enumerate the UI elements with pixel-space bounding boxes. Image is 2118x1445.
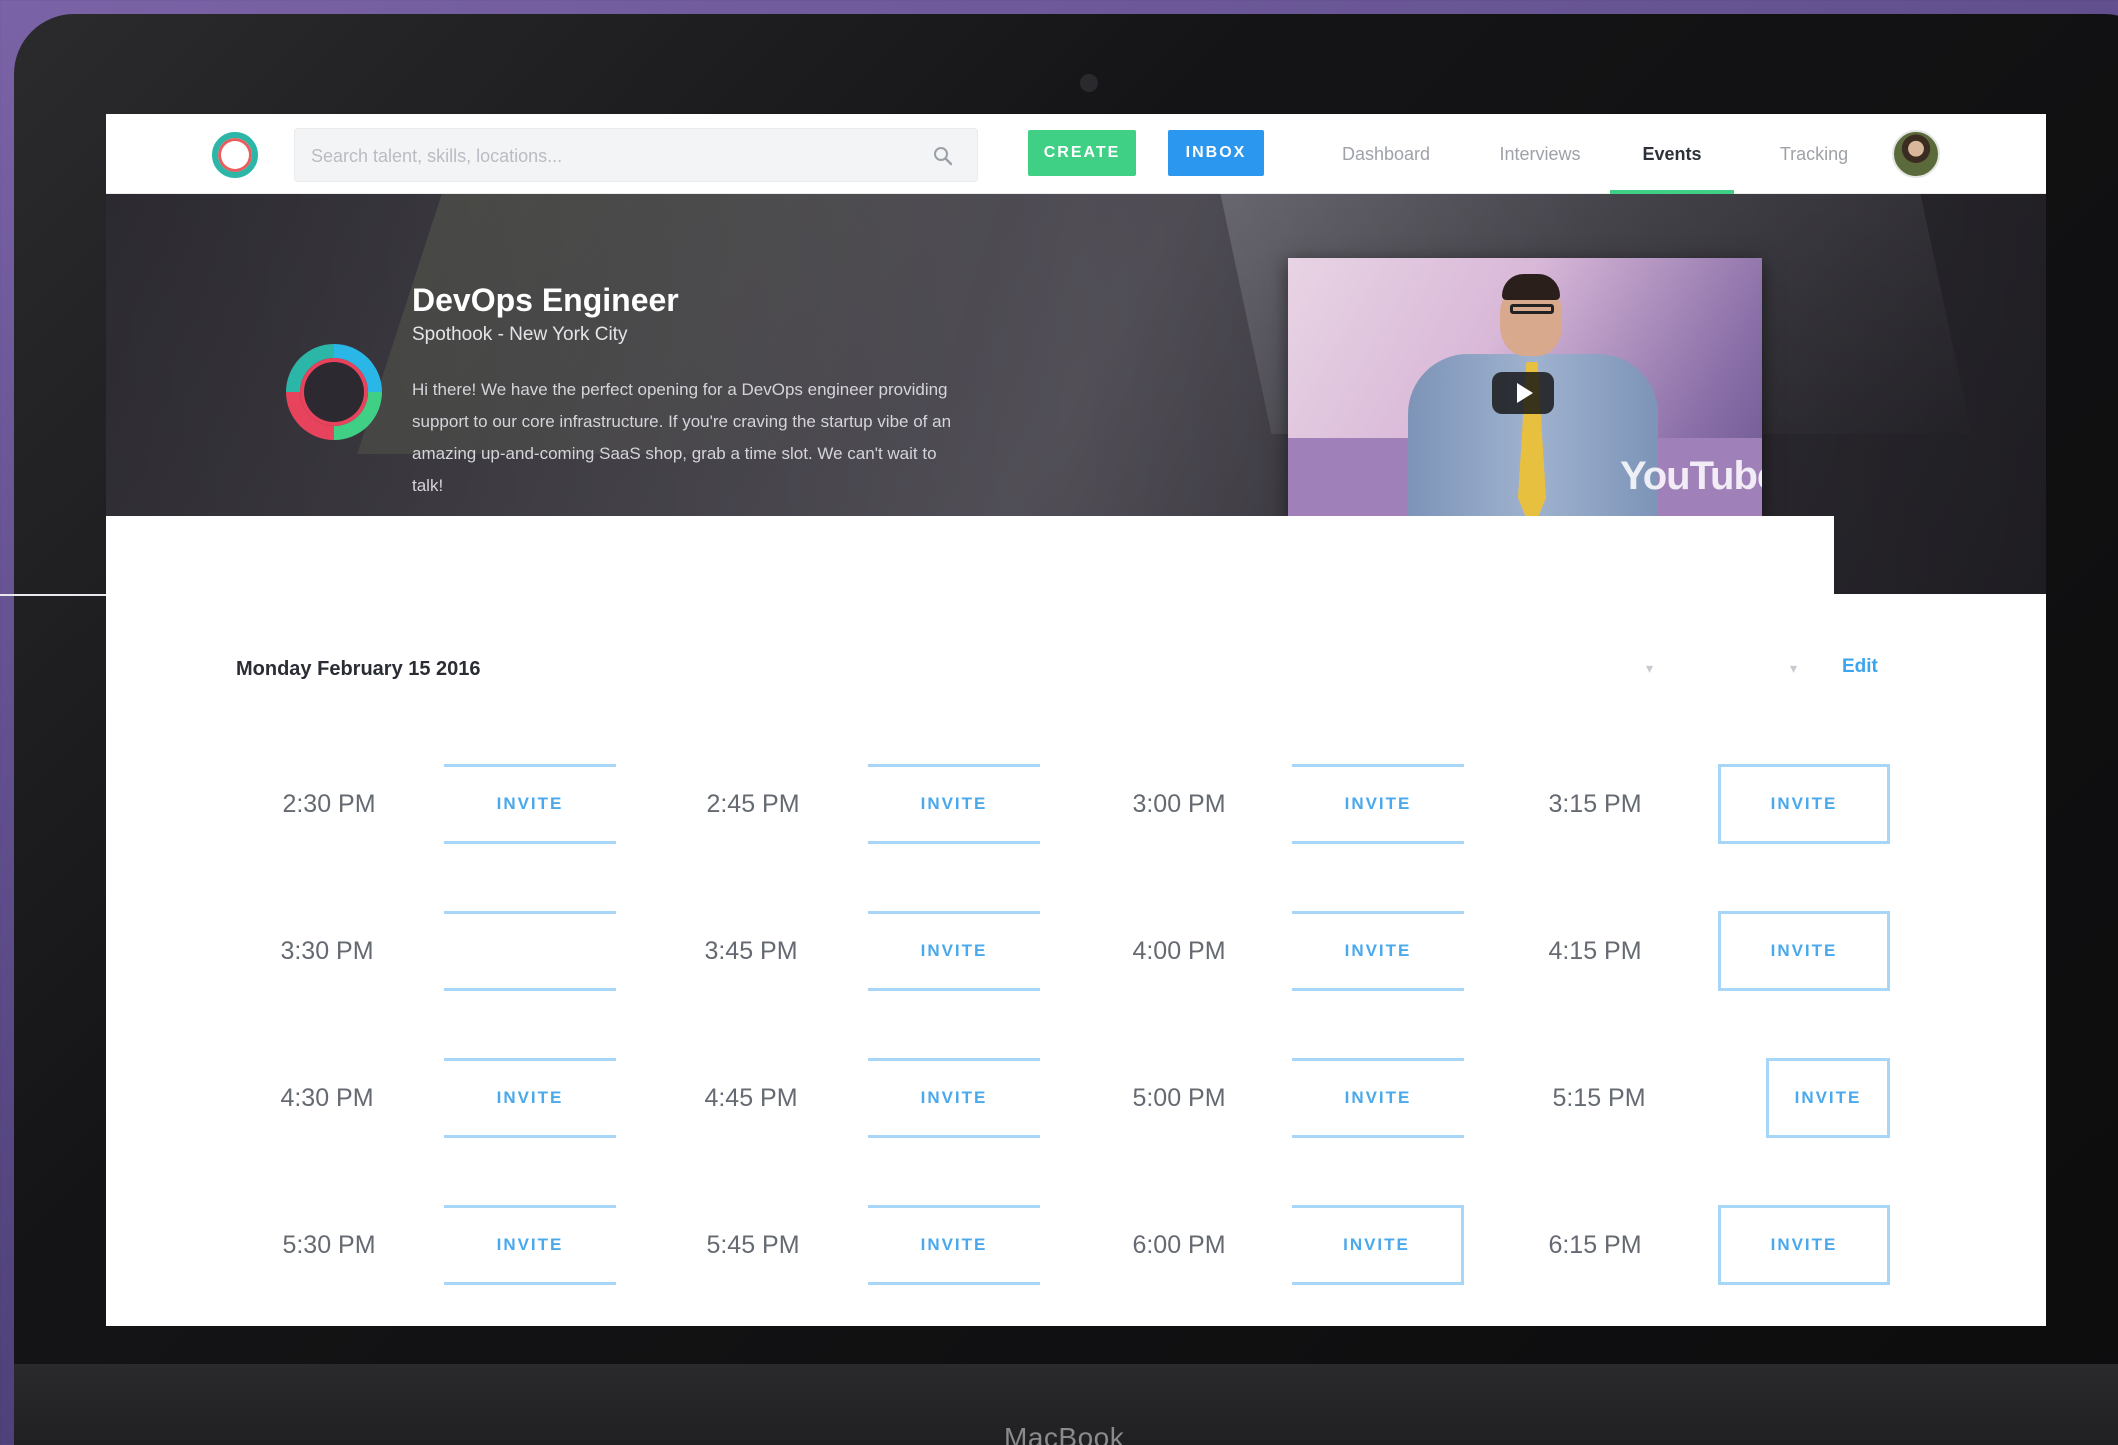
invite-button[interactable] <box>444 911 616 991</box>
job-company-location: Spothook - New York City <box>412 324 628 345</box>
slot-time: 4:00 PM <box>1132 937 1226 965</box>
invite-button[interactable]: INVITE <box>1292 1205 1464 1285</box>
chevron-down-icon[interactable]: ▾ <box>1646 660 1653 677</box>
slot-time: 2:30 PM <box>282 790 376 818</box>
video-person <box>1510 304 1554 314</box>
slot-time: 4:45 PM <box>704 1084 798 1112</box>
slot-time: 6:15 PM <box>1548 1231 1642 1259</box>
job-description: Hi there! We have the perfect opening fo… <box>412 380 952 495</box>
edit-link[interactable]: Edit <box>1842 656 1878 678</box>
slot-time: 4:15 PM <box>1548 937 1642 965</box>
slot-time: 3:45 PM <box>704 937 798 965</box>
invite-button[interactable]: INVITE <box>1718 764 1890 844</box>
invite-button[interactable]: INVITE <box>1718 911 1890 991</box>
company-logo-icon <box>286 344 382 440</box>
webcam <box>1080 74 1098 92</box>
play-icon[interactable] <box>1492 372 1554 414</box>
invite-button[interactable]: INVITE <box>868 1058 1040 1138</box>
tab-interviews[interactable]: Interviews <box>1470 114 1610 194</box>
app-logo-icon[interactable] <box>212 132 258 178</box>
search-input[interactable] <box>311 139 911 173</box>
invite-button[interactable]: INVITE <box>868 764 1040 844</box>
slot-time: 3:00 PM <box>1132 790 1226 818</box>
invite-button[interactable]: INVITE <box>1766 1058 1890 1138</box>
slot-time: 5:15 PM <box>1552 1084 1646 1112</box>
search-bar <box>294 128 978 182</box>
youtube-logo: YouTube <box>1620 454 1762 498</box>
tab-events[interactable]: Events <box>1610 114 1734 194</box>
slot-time: 5:45 PM <box>706 1231 800 1259</box>
slot-time: 3:30 PM <box>280 937 374 965</box>
user-avatar[interactable] <box>1892 130 1940 178</box>
slot-time: 5:30 PM <box>282 1231 376 1259</box>
device-label: MacBook <box>1004 1422 1125 1445</box>
video-player[interactable]: YouTube <box>1288 258 1762 524</box>
tab-tracking[interactable]: Tracking <box>1744 114 1884 194</box>
slot-time: 3:15 PM <box>1548 790 1642 818</box>
invite-button[interactable]: INVITE <box>1292 911 1464 991</box>
invite-button[interactable]: INVITE <box>444 1058 616 1138</box>
invite-button[interactable]: INVITE <box>444 764 616 844</box>
decorative-line <box>0 594 106 596</box>
slot-time: 6:00 PM <box>1132 1231 1226 1259</box>
inbox-button[interactable]: INBOX <box>1168 130 1264 176</box>
invite-button[interactable]: INVITE <box>868 1205 1040 1285</box>
search-icon[interactable] <box>931 144 955 168</box>
invite-button[interactable]: INVITE <box>868 911 1040 991</box>
create-button[interactable]: CREATE <box>1028 130 1136 176</box>
top-navbar: CREATE INBOX Dashboard Interviews Events… <box>106 114 2046 194</box>
invite-button[interactable]: INVITE <box>1292 764 1464 844</box>
invite-button[interactable]: INVITE <box>1718 1205 1890 1285</box>
tab-dashboard[interactable]: Dashboard <box>1316 114 1456 194</box>
schedule-date: Monday February 15 2016 <box>236 658 481 680</box>
invite-button[interactable]: INVITE <box>444 1205 616 1285</box>
slot-time: 5:00 PM <box>1132 1084 1226 1112</box>
chevron-down-icon[interactable]: ▾ <box>1790 660 1797 677</box>
video-person <box>1502 274 1560 300</box>
slot-time: 4:30 PM <box>280 1084 374 1112</box>
slot-time: 2:45 PM <box>706 790 800 818</box>
job-title: DevOps Engineer <box>412 282 679 318</box>
invite-button[interactable]: INVITE <box>1292 1058 1464 1138</box>
